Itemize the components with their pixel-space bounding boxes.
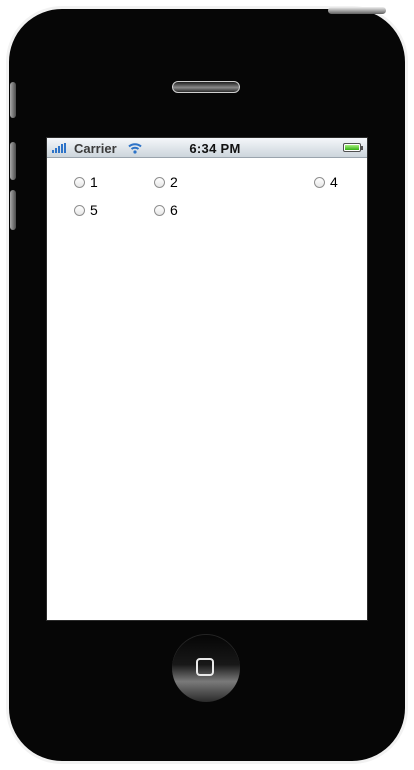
battery-icon [343,143,363,152]
radio-button[interactable] [74,176,85,188]
radio-option-6[interactable]: 6 [154,202,178,218]
radio-option-5[interactable]: 5 [74,202,98,218]
radio-button[interactable] [154,176,165,188]
volume-up-button [10,142,16,180]
speaker-grille [172,81,240,93]
radio-option-2[interactable]: 2 [154,174,178,190]
mute-switch [10,82,16,118]
radio-label: 5 [90,202,98,218]
sleep-button [328,7,386,14]
status-bar: Carrier 6:34 PM [47,138,367,158]
radio-label: 1 [90,174,98,190]
home-icon [196,658,214,676]
radio-label: 6 [170,202,178,218]
radio-button[interactable] [154,204,165,216]
volume-down-button [10,190,16,230]
radio-button[interactable] [74,204,85,216]
radio-option-4[interactable]: 4 [314,174,338,190]
radio-button[interactable] [314,176,325,188]
radio-label: 2 [170,174,178,190]
radio-option-1[interactable]: 1 [74,174,98,190]
radio-label: 4 [330,174,338,190]
battery-level-fill [345,145,359,150]
status-time: 6:34 PM [189,141,241,156]
app-screen: Carrier 6:34 PM 1 2 4 5 6 [46,137,368,621]
home-button[interactable] [172,634,240,702]
